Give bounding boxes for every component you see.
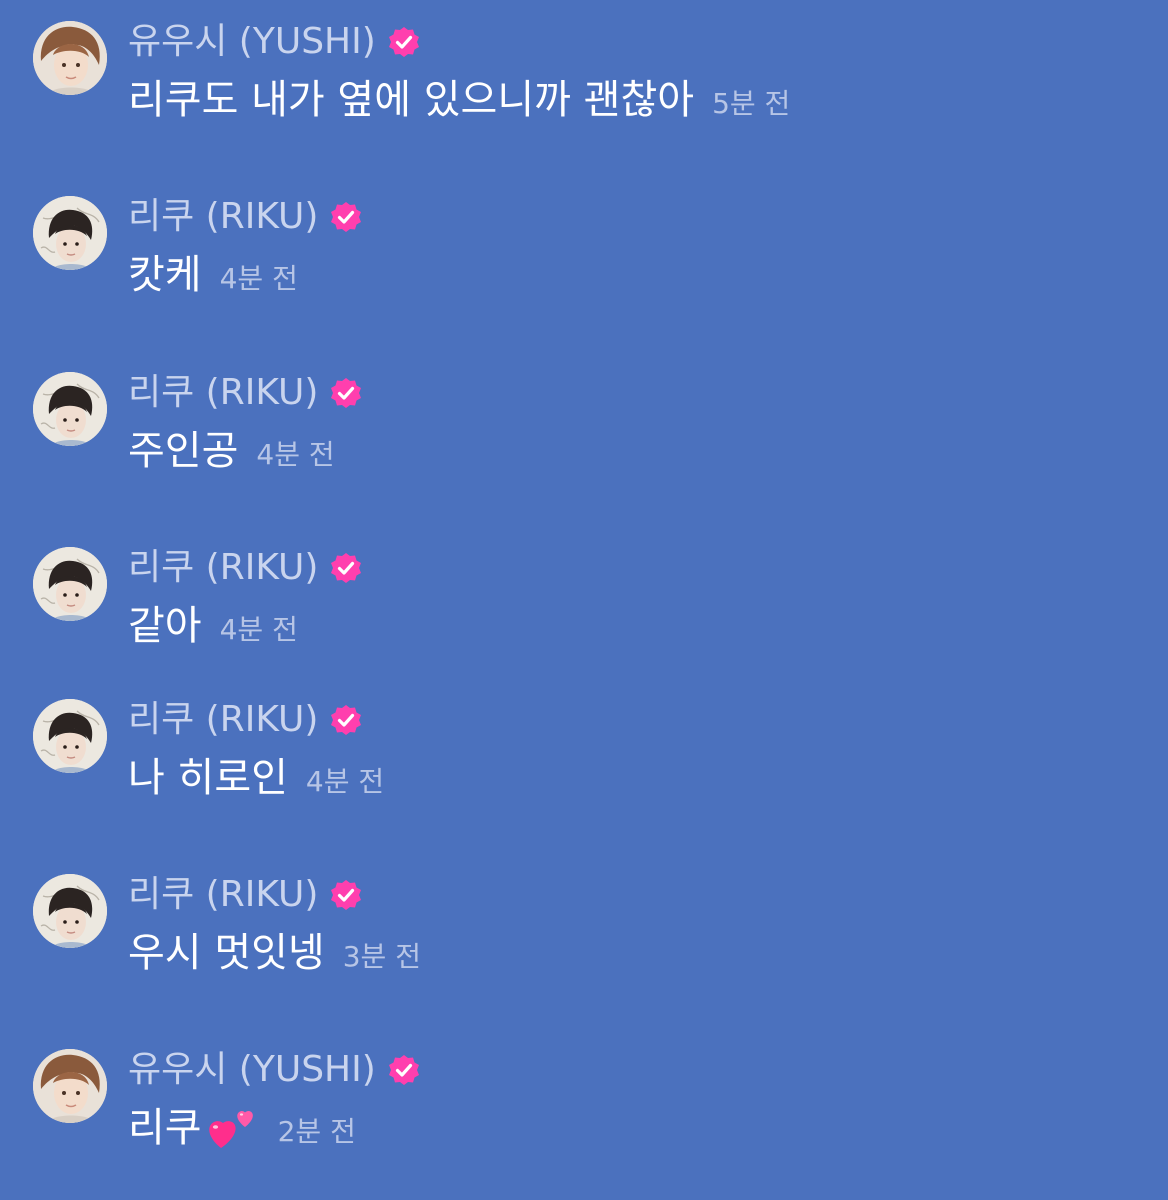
- message-row: 리쿠 2분 전: [128, 1100, 356, 1156]
- two-hearts-emoji: [208, 1111, 253, 1148]
- avatar-image: [33, 699, 107, 773]
- avatar-image: [33, 196, 107, 270]
- message-text: 캇케: [128, 252, 202, 298]
- author-row: 리쿠 (RIKU): [128, 193, 362, 241]
- avatar-image: [33, 21, 107, 95]
- message-text: 리쿠도 내가 옆에 있으니까 괜찮아: [128, 77, 695, 123]
- message-text: 리쿠: [128, 1105, 202, 1151]
- message-item: 리쿠 (RIKU) 캇케 4분 전: [0, 175, 1168, 305]
- author-name[interactable]: 리쿠 (RIKU): [128, 871, 318, 919]
- riku-avatar[interactable]: [33, 372, 107, 446]
- author-row: 리쿠 (RIKU): [128, 871, 362, 919]
- message-item: 리쿠 (RIKU) 주인공 4분 전: [0, 351, 1168, 481]
- verified-badge-icon: [388, 1054, 420, 1086]
- message-timestamp: 4분 전: [219, 613, 298, 646]
- author-name[interactable]: 유우시 (YUSHI): [128, 18, 376, 66]
- author-row: 리쿠 (RIKU): [128, 369, 362, 417]
- message-text: 우시 멋잇넹: [128, 930, 325, 976]
- riku-avatar[interactable]: [33, 699, 107, 773]
- message-row: 나 히로인 4분 전: [128, 750, 384, 806]
- message-item: 유우시 (YUSHI) 리쿠 2분 전: [0, 1028, 1168, 1158]
- verified-badge-icon: [330, 704, 362, 736]
- message-timestamp: 5분 전: [712, 87, 791, 120]
- author-row: 리쿠 (RIKU): [128, 696, 362, 744]
- avatar-image: [33, 372, 107, 446]
- message-row: 리쿠도 내가 옆에 있으니까 괜찮아 5분 전: [128, 72, 790, 128]
- message-timestamp: 4분 전: [305, 765, 385, 798]
- author-row: 리쿠 (RIKU): [128, 544, 362, 592]
- message-item: 리쿠 (RIKU) 우시 멋잇넹 3분 전: [0, 853, 1168, 983]
- author-name[interactable]: 유우시 (YUSHI): [128, 1046, 376, 1094]
- message-item: 유우시 (YUSHI) 리쿠도 내가 옆에 있으니까 괜찮아 5분 전: [0, 0, 1168, 130]
- verified-badge-icon: [330, 377, 362, 409]
- verified-badge-icon: [330, 201, 362, 233]
- avatar-image: [33, 1049, 107, 1123]
- riku-avatar[interactable]: [33, 196, 107, 270]
- message-timestamp: 2분 전: [277, 1115, 356, 1148]
- author-row: 유우시 (YUSHI): [128, 18, 420, 66]
- author-row: 유우시 (YUSHI): [128, 1046, 420, 1094]
- riku-avatar[interactable]: [33, 874, 107, 948]
- author-name[interactable]: 리쿠 (RIKU): [128, 193, 318, 241]
- riku-avatar[interactable]: [33, 547, 107, 621]
- message-item: 리쿠 (RIKU) 같아 4분 전: [0, 526, 1168, 656]
- message-row: 같아 4분 전: [128, 598, 298, 654]
- message-row: 캇케 4분 전: [128, 247, 298, 303]
- verified-badge-icon: [330, 552, 362, 584]
- message-item: 리쿠 (RIKU) 나 히로인 4분 전: [0, 678, 1168, 808]
- message-text: 주인공: [128, 428, 239, 474]
- yushi-avatar[interactable]: [33, 21, 107, 95]
- yushi-avatar[interactable]: [33, 1049, 107, 1123]
- message-row: 우시 멋잇넹 3분 전: [128, 925, 421, 981]
- avatar-image: [33, 547, 107, 621]
- message-timestamp: 3분 전: [342, 940, 421, 973]
- message-timestamp: 4분 전: [219, 262, 298, 295]
- message-row: 주인공 4분 전: [128, 423, 335, 479]
- author-name[interactable]: 리쿠 (RIKU): [128, 544, 318, 592]
- verified-badge-icon: [388, 26, 420, 58]
- avatar-image: [33, 874, 107, 948]
- author-name[interactable]: 리쿠 (RIKU): [128, 696, 318, 744]
- message-timestamp: 4분 전: [256, 438, 335, 471]
- author-name[interactable]: 리쿠 (RIKU): [128, 369, 318, 417]
- message-text: 나 히로인: [128, 755, 288, 801]
- message-text: 같아: [128, 603, 202, 649]
- verified-badge-icon: [330, 879, 362, 911]
